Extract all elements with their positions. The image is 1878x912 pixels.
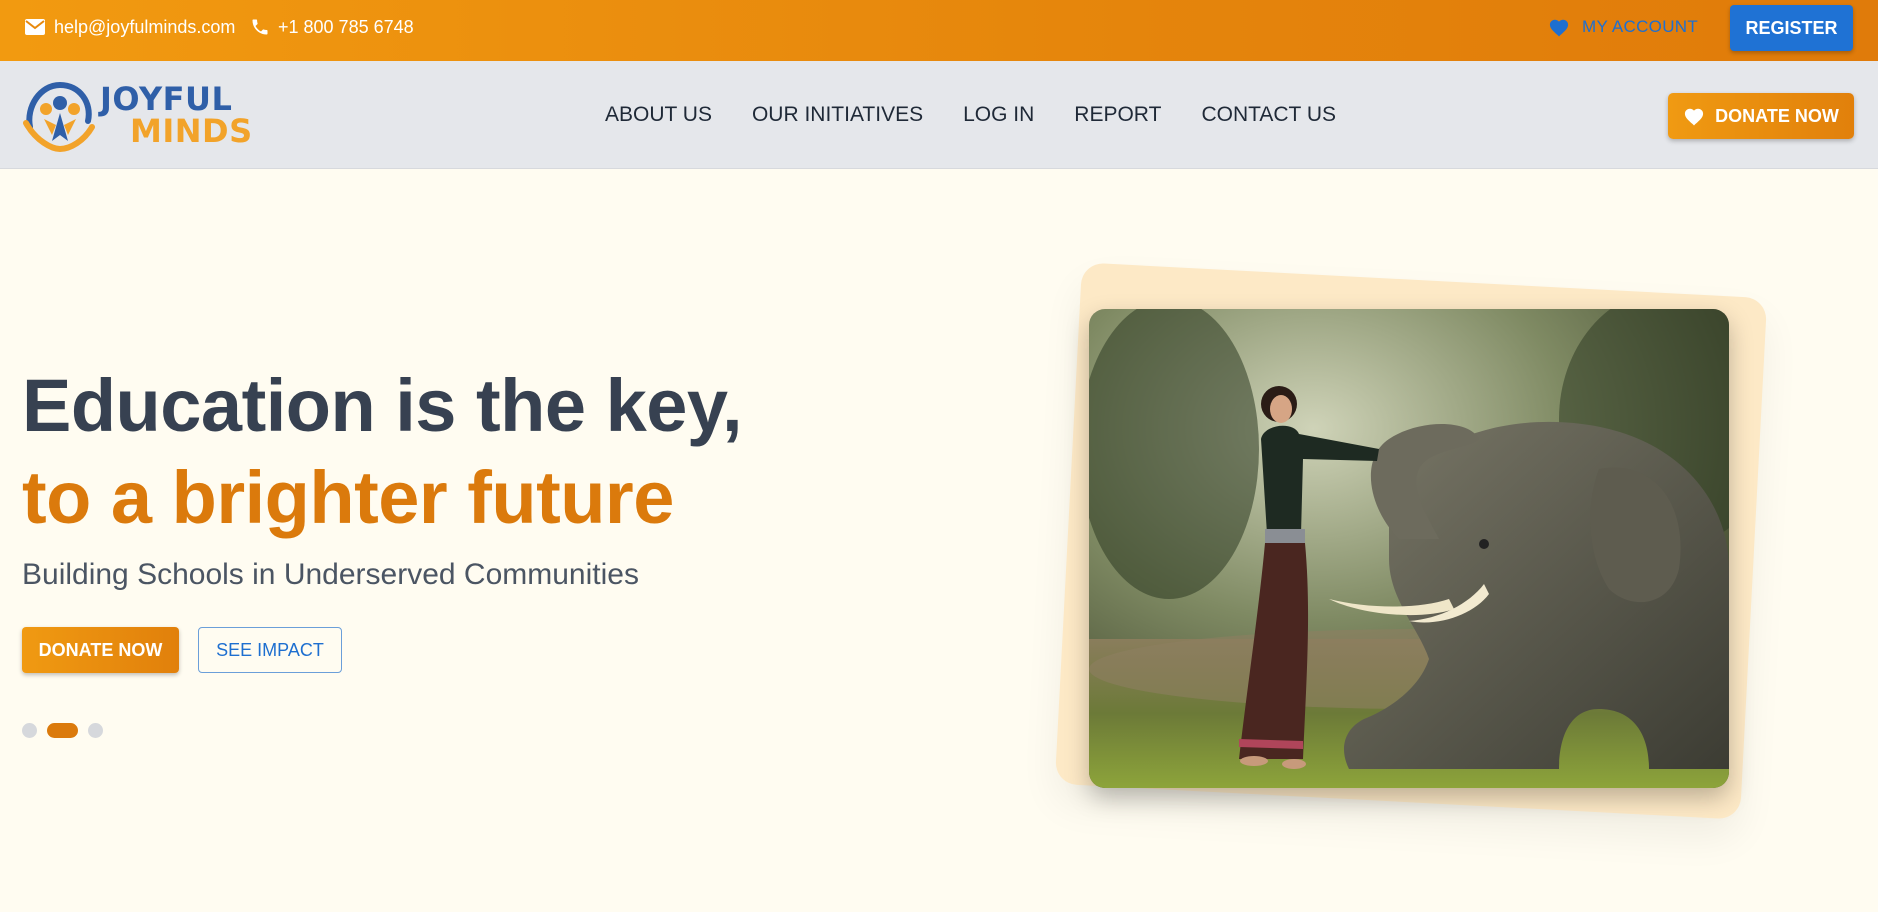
logo-text: JOYFUL MINDS [100,83,253,147]
nav-donate-button[interactable]: DONATE NOW [1668,93,1854,139]
top-bar: help@joyfulminds.com +1 800 785 6748 MY … [0,0,1878,61]
nav-donate-label: DONATE NOW [1715,105,1839,126]
heart-icon [1685,108,1704,126]
heart-icon [1549,19,1569,37]
hero-photo [1089,309,1729,788]
carousel-dot-3[interactable] [88,723,103,738]
nav-item-about-us[interactable]: ABOUT US [605,103,712,127]
logo-line-minds: MINDS [130,112,253,150]
nav-item-log-in[interactable]: LOG IN [963,103,1034,127]
my-account-label: MY ACCOUNT [1582,17,1699,36]
carousel-dot-2[interactable] [47,723,78,738]
logo-line-joyful: JOYFUL [100,80,233,118]
nav-item-report[interactable]: REPORT [1074,103,1161,127]
email-text: help@joyfulminds.com [54,16,236,37]
main-navbar: JOYFUL MINDS ABOUT US OUR INITIATIVES LO… [0,61,1878,169]
contact-phone[interactable]: +1 800 785 6748 [250,0,414,54]
logo-mark-icon [23,81,95,153]
phone-icon [252,19,268,35]
hero-headline: Education is the key, to a brighter futu… [22,360,743,544]
hero-section: Education is the key, to a brighter futu… [0,170,1878,912]
mail-icon [25,19,45,35]
carousel-dot-1[interactable] [22,723,37,738]
nav-item-contact-us[interactable]: CONTACT US [1201,103,1336,127]
headline-line-1: Education is the key, [22,364,743,447]
phone-text: +1 800 785 6748 [278,16,414,37]
see-impact-button[interactable]: SEE IMPACT [198,627,342,673]
my-account-link[interactable]: MY ACCOUNT [1548,12,1698,42]
hero-subheading: Building Schools in Underserved Communit… [22,558,639,591]
nav-item-our-initiatives[interactable]: OUR INITIATIVES [752,103,923,127]
carousel-dots [22,723,113,738]
logo[interactable]: JOYFUL MINDS [22,79,252,153]
girl-with-elephant-image [1089,309,1729,788]
contact-email[interactable]: help@joyfulminds.com [24,0,235,54]
register-button[interactable]: REGISTER [1730,5,1853,51]
nav-links: ABOUT US OUR INITIATIVES LOG IN REPORT C… [605,61,1376,169]
hero-donate-button[interactable]: DONATE NOW [22,627,179,673]
headline-line-2: to a brighter future [22,456,674,539]
